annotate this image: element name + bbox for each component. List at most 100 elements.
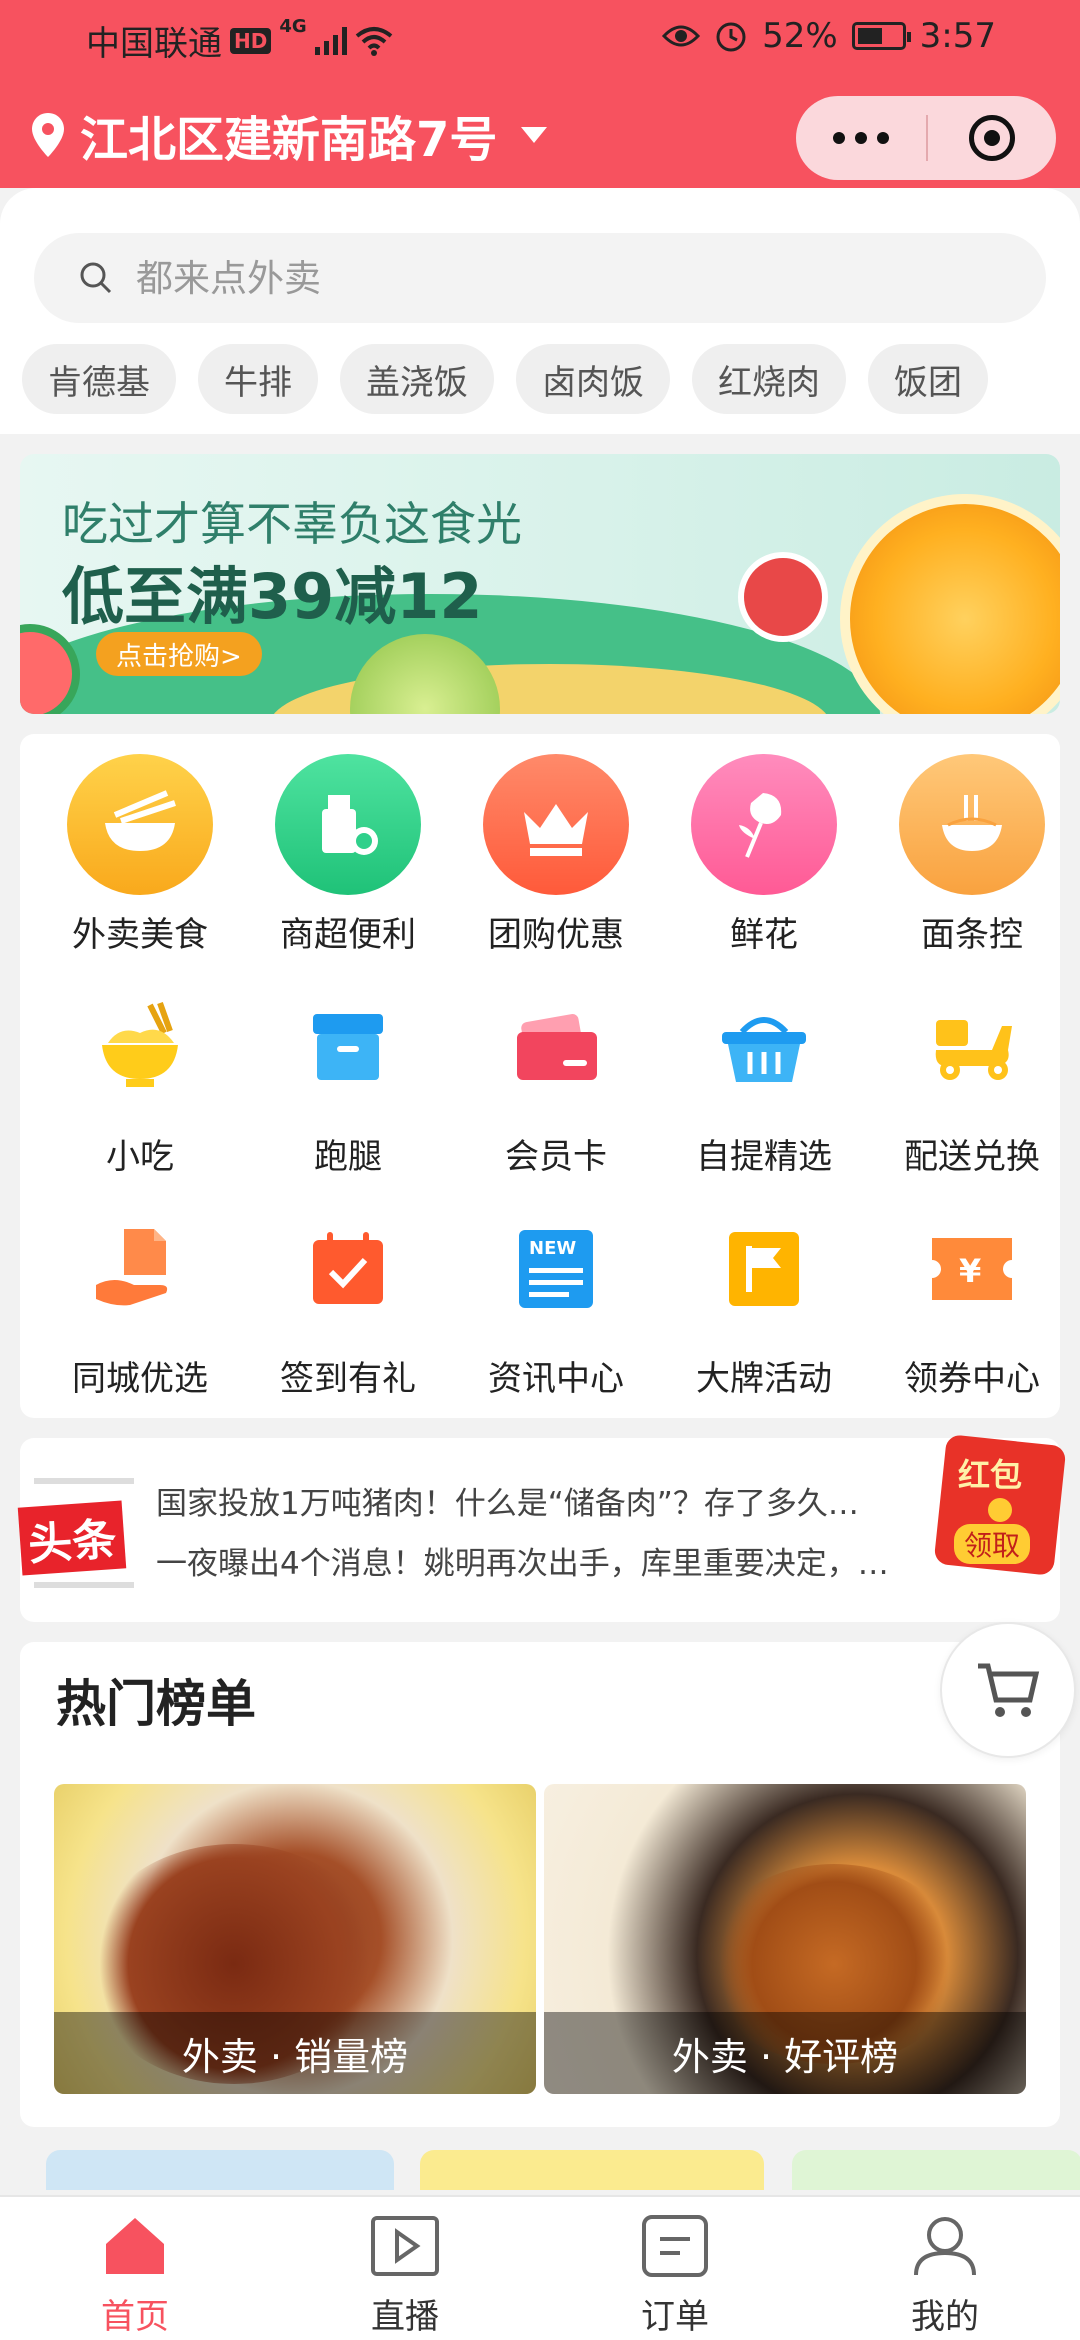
category-noodles[interactable]: 面条控 — [868, 734, 1076, 956]
category-news-center[interactable]: NEW 资讯中心 — [452, 1178, 660, 1400]
close-target-button[interactable] — [928, 115, 1056, 161]
category-label: 小吃 — [106, 1137, 174, 1177]
category-label: 大牌活动 — [696, 1359, 832, 1399]
category-label: 团购优惠 — [488, 915, 624, 955]
news-item[interactable]: 国家投放1万吨猪肉！什么是“储备肉”？存了多久… — [156, 1478, 956, 1523]
category-label: 商超便利 — [280, 915, 416, 955]
hot-list-section: 热门榜单 外卖 · 销量榜 外卖 · 好评榜 — [20, 1642, 1060, 2127]
crown-icon — [483, 754, 629, 895]
category-local-select[interactable]: 同城优选 — [36, 1178, 244, 1400]
category-flowers[interactable]: 鲜花 — [660, 734, 868, 956]
promo-banner[interactable]: 吃过才算不辜负这食光 低至满39减12 点击抢购> — [20, 454, 1060, 714]
tab-label: 订单 — [641, 2297, 709, 2337]
news-item[interactable]: 一夜曝出4个消息！姚明再次出手，库里重要决定，… — [156, 1538, 956, 1583]
chip-rice-ball[interactable]: 饭团 — [868, 344, 988, 414]
red-packet-button[interactable]: 红包 领取 — [933, 1434, 1076, 1576]
header-bar: 中国联通 HD 4G 52% 3:57 江北区建新南路7号 — [0, 0, 1080, 188]
category-delivery-exchange[interactable]: 配送兑换 — [868, 956, 1076, 1178]
category-brand-events[interactable]: 大牌活动 — [660, 1178, 868, 1400]
battery-icon — [851, 22, 911, 50]
coupon-icon: ¥ — [899, 1198, 1045, 1339]
cart-button[interactable] — [940, 1622, 1076, 1758]
play-icon — [369, 2211, 441, 2281]
banner-offer: 低至满39减12 — [62, 560, 483, 633]
wifi-icon — [355, 26, 392, 56]
search-input[interactable] — [136, 256, 936, 300]
category-label: 领券中心 — [904, 1359, 1040, 1399]
category-member-card[interactable]: 会员卡 — [452, 956, 660, 1178]
category-label: 资讯中心 — [488, 1359, 624, 1399]
svg-text:NEW: NEW — [529, 1238, 576, 1259]
red-packet-action: 领取 — [954, 1524, 1031, 1564]
member-card-icon — [483, 976, 629, 1117]
category-pickup[interactable]: 自提精选 — [660, 956, 868, 1178]
tab-label: 我的 — [911, 2297, 979, 2337]
banner-headline: 吃过才算不辜负这食光 — [62, 497, 522, 551]
chip-braised-pork-rice[interactable]: 卤肉饭 — [516, 344, 670, 414]
chip-kfc[interactable]: 肯德基 — [22, 344, 176, 414]
home-icon — [99, 2211, 171, 2281]
calendar-check-icon — [275, 1198, 421, 1339]
dropdown-arrow-icon — [521, 127, 548, 143]
news-ticker[interactable]: 头条 国家投放1万吨猪肉！什么是“储备肉”？存了多久… 一夜曝出4个消息！姚明再… — [17, 1438, 1060, 1622]
category-group-buy[interactable]: 团购优惠 — [452, 734, 660, 956]
watermelon-image — [20, 624, 80, 714]
news-icon: NEW — [483, 1198, 629, 1339]
hot-search-chips: 肯德基 牛排 盖浇饭 卤肉饭 红烧肉 饭团 — [22, 344, 988, 414]
category-errands[interactable]: 跑腿 — [244, 956, 452, 1178]
chip-rice-bowl[interactable]: 盖浇饭 — [340, 344, 494, 414]
location-pin-icon — [32, 113, 64, 157]
sales-ranking-card[interactable]: 外卖 · 销量榜 — [54, 1784, 536, 2094]
tab-orders[interactable]: 订单 — [540, 2197, 810, 2340]
category-grid: 外卖美食 商超便利 团购优惠 鲜花 面条控 小吃 跑腿 会员卡 自提精选 配送兑… — [20, 734, 1060, 1418]
box-icon — [275, 976, 421, 1117]
status-bar: 中国联通 HD 4G 52% 3:57 — [0, 0, 1080, 75]
signal-icon — [314, 26, 347, 55]
category-label: 外卖美食 — [72, 915, 208, 955]
rating-ranking-card[interactable]: 外卖 · 好评榜 — [544, 1784, 1026, 2094]
grocery-bag-icon — [275, 754, 421, 895]
cart-icon — [978, 1663, 1040, 1717]
battery-percent: 52% — [762, 16, 838, 56]
category-label: 面条控 — [921, 915, 1023, 955]
target-icon — [969, 115, 1015, 161]
tab-home[interactable]: 首页 — [0, 2197, 270, 2340]
category-takeout-food[interactable]: 外卖美食 — [36, 734, 244, 956]
bottom-tab-bar: 首页 直播 订单 我的 — [0, 2195, 1080, 2340]
status-right: 52% 3:57 — [662, 16, 996, 56]
next-card-peek — [46, 2150, 394, 2190]
carrier-label: 中国联通 — [86, 24, 222, 64]
orange-image — [840, 494, 1060, 714]
search-section: 肯德基 牛排 盖浇饭 卤肉饭 红烧肉 饭团 — [0, 188, 1080, 434]
noodle-bowl-icon — [899, 754, 1045, 895]
status-left: 中国联通 HD 4G — [86, 16, 393, 65]
search-bar[interactable] — [34, 233, 1046, 323]
tab-live[interactable]: 直播 — [270, 2197, 540, 2340]
hot-list-title: 热门榜单 — [56, 1675, 256, 1733]
scooter-icon — [899, 976, 1045, 1117]
location-text: 江北区建新南路7号 — [80, 112, 498, 168]
chip-braised-pork[interactable]: 红烧肉 — [692, 344, 846, 414]
bowl-chopsticks-icon — [67, 754, 213, 895]
rose-icon — [691, 754, 837, 895]
location-selector[interactable]: 江北区建新南路7号 — [30, 100, 548, 170]
category-label: 同城优选 — [72, 1359, 208, 1399]
category-label: 配送兑换 — [904, 1137, 1040, 1177]
red-packet-title: 红包 — [958, 1456, 1023, 1494]
svg-text:¥: ¥ — [959, 1252, 981, 1290]
category-label: 自提精选 — [696, 1137, 832, 1177]
category-coupons[interactable]: ¥ 领券中心 — [868, 1178, 1076, 1400]
category-supermarket[interactable]: 商超便利 — [244, 734, 452, 956]
tab-profile[interactable]: 我的 — [810, 2197, 1080, 2340]
category-checkin[interactable]: 签到有礼 — [244, 1178, 452, 1400]
category-snacks[interactable]: 小吃 — [36, 956, 244, 1178]
tab-label: 直播 — [371, 2297, 439, 2337]
snack-bowl-icon — [67, 976, 213, 1117]
banner-buy-button[interactable]: 点击抢购> — [96, 632, 262, 676]
hand-bag-icon — [67, 1198, 213, 1339]
red-packet-seal — [988, 1498, 1012, 1522]
more-button[interactable] — [796, 132, 926, 144]
card-caption: 外卖 · 销量榜 — [54, 2012, 536, 2094]
chip-steak[interactable]: 牛排 — [198, 344, 318, 414]
profile-icon — [909, 2211, 981, 2281]
